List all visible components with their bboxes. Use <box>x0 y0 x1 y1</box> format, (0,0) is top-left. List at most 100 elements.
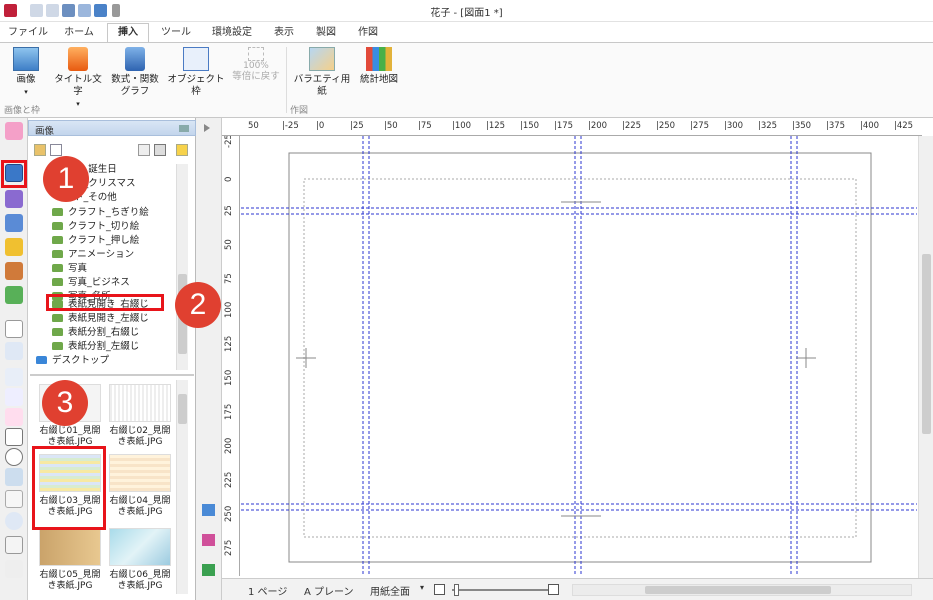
title-text-button[interactable]: タイトル文字 ▾ <box>50 47 106 110</box>
detail-button-icon[interactable] <box>5 536 23 554</box>
view-toggle-icon[interactable] <box>34 144 46 156</box>
parts-icon[interactable] <box>5 214 23 232</box>
thumbnail-scrollbar[interactable] <box>176 380 188 594</box>
object-frame-button[interactable]: オブジェクト枠 <box>166 47 226 98</box>
layout-toggle-icon[interactable] <box>50 144 62 156</box>
reset-scale-button[interactable]: 100% 等倍に戻す <box>228 47 284 83</box>
tab-drafting[interactable]: 製図 <box>308 25 344 42</box>
shapes-icon[interactable] <box>5 190 23 208</box>
tree-item[interactable]: クラフト_ちぎり絵 <box>52 207 149 219</box>
annotation-step-3: 3 <box>42 380 88 426</box>
sticker-icon[interactable] <box>5 122 23 140</box>
zoom-slider-handle[interactable] <box>454 584 459 596</box>
folder-icon <box>52 264 63 272</box>
ruler-label: 225 <box>224 471 234 488</box>
annotation-box-thumbnail <box>32 446 106 530</box>
select-arrow-icon[interactable] <box>5 320 23 338</box>
thumbnail-item[interactable]: 右綴じ06_見開き表紙.JPG <box>106 528 174 592</box>
side-toolbar <box>196 118 222 600</box>
paper-dropdown-icon[interactable]: ▾ <box>420 583 424 592</box>
ruler-label: -25 <box>224 136 234 148</box>
ruler-label: |375 <box>826 121 846 131</box>
statistics-map-button[interactable]: 統計地図 <box>356 47 402 86</box>
zoom-tool-icon[interactable] <box>5 512 23 530</box>
info-icon[interactable] <box>138 144 150 156</box>
tree-item[interactable]: クラフト_押し絵 <box>52 235 139 247</box>
tab-file[interactable]: ファイル <box>8 25 48 42</box>
canvas-vertical-scrollbar[interactable] <box>918 136 933 586</box>
collapse-arrow-icon[interactable] <box>204 124 210 132</box>
thumbnail-item[interactable]: 右綴じ02_見開き表紙.JPG <box>106 384 174 448</box>
horizontal-scroll-thumb[interactable] <box>645 586 831 594</box>
node-arrow-icon[interactable] <box>5 342 23 360</box>
eyedropper-icon[interactable] <box>5 468 23 486</box>
star-icon[interactable] <box>5 238 23 256</box>
tab-home[interactable]: ホーム <box>56 25 102 42</box>
tree-item-desktop[interactable]: デスクトップ <box>36 355 109 367</box>
panel-menu-icon[interactable] <box>179 125 189 132</box>
tree-item[interactable]: 表紙分割_左綴じ <box>52 341 139 353</box>
paper-indicator[interactable]: 用紙全面 <box>370 583 410 598</box>
pages-icon[interactable] <box>202 534 215 546</box>
formula-graph-button[interactable]: 数式・関数 グラフ <box>108 47 162 98</box>
tree-scrollbar[interactable] <box>176 164 188 370</box>
image-button[interactable]: 画像 ▾ <box>6 47 46 98</box>
page-indicator[interactable]: 1 ページ <box>248 583 287 598</box>
canvas-area: 50 |-25 |0 |25 |50 |75 |100 |125 |150 |175 |200 |22… <box>222 118 933 600</box>
grid-view-icon[interactable] <box>202 564 215 576</box>
tab-view[interactable]: 表示 <box>266 25 302 42</box>
tab-tools[interactable]: ツール <box>154 25 198 42</box>
ruler-label: 175 <box>224 403 234 420</box>
thumbnail-image <box>39 528 101 566</box>
ellipse-tool-icon[interactable] <box>5 448 23 466</box>
folder-icon <box>52 236 63 244</box>
briefcase-icon[interactable] <box>5 262 23 280</box>
tree-item[interactable]: アニメーション <box>52 249 134 261</box>
thumbnail-scroll-thumb[interactable] <box>178 394 187 424</box>
canvas-vertical-thumb[interactable] <box>922 254 931 434</box>
folder-icon <box>52 250 63 258</box>
plane-indicator[interactable]: A プレーン <box>304 583 354 598</box>
list-view-icon[interactable] <box>202 504 215 516</box>
tab-drawing[interactable]: 作図 <box>350 25 386 42</box>
rectangle-tool-icon[interactable] <box>5 428 23 446</box>
polyline-tool-icon[interactable] <box>5 408 23 426</box>
tree-item[interactable]: クラフト_切り絵 <box>52 221 139 233</box>
favorite-icon[interactable] <box>176 144 188 156</box>
folder-icon <box>52 278 63 286</box>
expand-icon[interactable] <box>5 560 23 578</box>
tree-item[interactable]: 写真_ビジネス <box>52 277 130 289</box>
tree-item[interactable]: 表紙見開き_左綴じ <box>52 313 149 325</box>
hand-tool-icon[interactable] <box>5 490 23 508</box>
tree-item[interactable]: 写真 <box>52 263 87 275</box>
thumbnail-image <box>109 384 171 422</box>
line-tool-icon[interactable] <box>5 388 23 406</box>
tab-settings[interactable]: 環境設定 <box>204 25 260 42</box>
variety-paper-icon <box>309 47 335 71</box>
delete-icon[interactable] <box>154 144 166 156</box>
drawing-canvas[interactable] <box>241 136 917 576</box>
ruler-label: |50 <box>384 121 398 131</box>
scale-icon <box>248 47 264 61</box>
annotation-box-folder <box>46 294 164 311</box>
ruler-label: |325 <box>758 121 778 131</box>
thumbnail-image <box>109 454 171 492</box>
ribbon: 画像 ▾ タイトル文字 ▾ 数式・関数 グラフ オブジェクト枠 100% 等倍に… <box>0 42 933 118</box>
tree-item[interactable]: 表紙分割_右綴じ <box>52 327 139 339</box>
ruler-label: |425 <box>894 121 914 131</box>
folder-icon <box>52 208 63 216</box>
variety-paper-button[interactable]: バラエティ用紙 <box>292 47 352 98</box>
zoom-out-button[interactable] <box>434 584 445 595</box>
thumbnail-item[interactable]: 右綴じ05_見開き表紙.JPG <box>36 528 104 592</box>
horizontal-scrollbar[interactable] <box>572 584 912 596</box>
zoom-slider[interactable] <box>452 589 548 591</box>
tab-insert[interactable]: 挿入 <box>107 23 149 44</box>
vertical-ruler: -25 0 25 50 75 100 125 150 175 200 225 250 275 <box>222 136 240 576</box>
text-tool-icon[interactable] <box>5 368 23 386</box>
object-frame-icon <box>183 47 209 71</box>
pen-tool-icon[interactable] <box>5 286 23 304</box>
thumbnail-item[interactable]: 右綴じ04_見開き表紙.JPG <box>106 454 174 518</box>
folder-icon <box>52 222 63 230</box>
ruler-label: 0 <box>224 176 234 182</box>
zoom-in-button[interactable] <box>548 584 559 595</box>
